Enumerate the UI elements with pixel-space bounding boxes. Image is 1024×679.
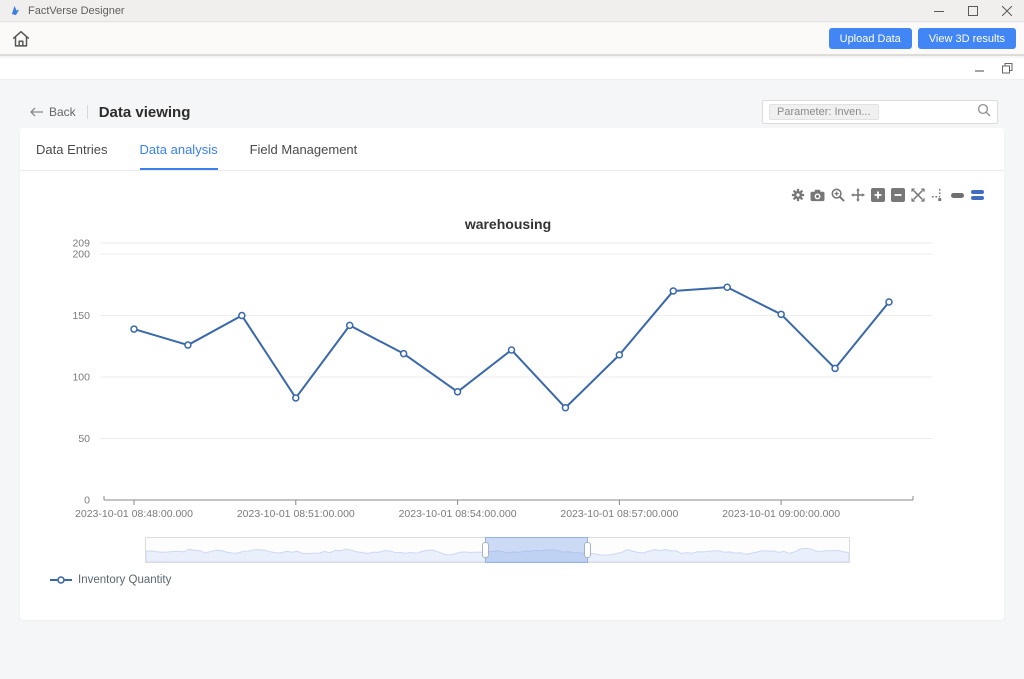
tab-field-management[interactable]: Field Management [250,128,358,170]
settings-icon[interactable] [790,188,805,202]
pan-icon[interactable] [850,188,865,202]
chart-modebar [790,188,985,202]
close-button[interactable] [990,0,1024,21]
y-tick-label: 209 [72,238,90,250]
data-point[interactable] [723,283,731,292]
back-label: Back [49,105,76,119]
zoom-icon[interactable] [830,188,845,202]
search-filter-chip[interactable]: Parameter: Inven... [769,104,879,120]
tab-data-analysis[interactable]: Data analysis [139,128,218,170]
app-logo-icon [10,5,21,16]
data-point[interactable] [885,298,893,306]
hover-compare-icon[interactable] [970,188,985,202]
data-point[interactable] [453,388,462,396]
zoom-in-icon[interactable] [870,188,885,202]
y-tick-label: 50 [78,433,90,445]
line-chart[interactable]: 0 50 100 150 200209 2023-10-01 08:48:00.000 20… [20,233,980,525]
upload-data-button[interactable]: Upload Data [828,28,912,49]
data-point[interactable] [615,351,624,359]
range-slider[interactable] [145,537,850,563]
y-tick-label: 150 [72,310,90,322]
back-button[interactable]: Back [30,105,76,119]
autoscale-icon[interactable] [910,188,925,202]
app-toolbar: Upload Data View 3D results [0,23,1024,56]
back-arrow-icon [30,107,43,117]
data-point[interactable] [777,310,785,319]
x-tick-label: 2023-10-01 08:48:00.000 [75,508,193,520]
data-point[interactable] [345,321,354,330]
legend-line-marker-icon [50,576,72,584]
toggle-spikelines-icon[interactable] [930,188,945,202]
data-point[interactable] [669,287,678,295]
x-tick-label: 2023-10-01 08:57:00.000 [560,508,678,520]
data-point[interactable] [238,311,246,320]
data-point[interactable] [130,325,138,333]
search-input[interactable]: Parameter: Inven... [762,100,998,124]
tab-data-entries[interactable]: Data Entries [36,128,108,170]
zoom-out-icon[interactable] [890,188,905,202]
y-tick-label: 200 [72,249,90,261]
y-tick-label: 0 [84,495,90,507]
data-point[interactable] [399,349,408,358]
x-tick-label: 2023-10-01 09:00:00.000 [722,508,840,520]
data-point[interactable] [561,404,570,412]
inner-window-bar [0,58,1024,80]
inner-minimize-icon[interactable] [968,60,990,78]
range-slider-window[interactable] [484,537,589,563]
inner-restore-icon[interactable] [996,60,1018,78]
maximize-button[interactable] [956,0,990,21]
data-point[interactable] [184,341,192,349]
page-header: Back Data viewing Parameter: Inven... [30,99,998,125]
range-slider-right-handle[interactable] [584,542,592,558]
camera-icon[interactable] [810,188,825,202]
hover-closest-icon[interactable] [950,188,965,202]
minimize-button[interactable] [922,0,956,21]
view-3d-results-button[interactable]: View 3D results [917,28,1016,49]
legend-item-inventory-quantity[interactable]: Inventory Quantity [50,574,171,586]
data-point[interactable] [292,394,300,402]
x-tick-label: 2023-10-01 08:51:00.000 [237,508,355,520]
chart-title: warehousing [464,216,552,232]
x-tick-label: 2023-10-01 08:54:00.000 [399,508,517,520]
legend-label: Inventory Quantity [78,574,172,586]
home-icon[interactable] [8,26,34,52]
tab-bar: Data Entries Data analysis Field Managem… [20,128,1004,171]
range-slider-left-handle[interactable] [481,542,489,558]
data-point[interactable] [507,346,516,354]
page-title: Data viewing [98,103,191,121]
y-tick-label: 100 [72,372,90,384]
content-area: Back Data viewing Parameter: Inven... Da… [0,81,1024,679]
search-icon[interactable] [977,103,991,122]
data-viewing-card: Data Entries Data analysis Field Managem… [20,128,1004,620]
data-point[interactable] [831,364,839,373]
header-divider [86,105,88,119]
window-title: FactVerse Designer [28,4,125,17]
titlebar: FactVerse Designer [0,0,1024,22]
